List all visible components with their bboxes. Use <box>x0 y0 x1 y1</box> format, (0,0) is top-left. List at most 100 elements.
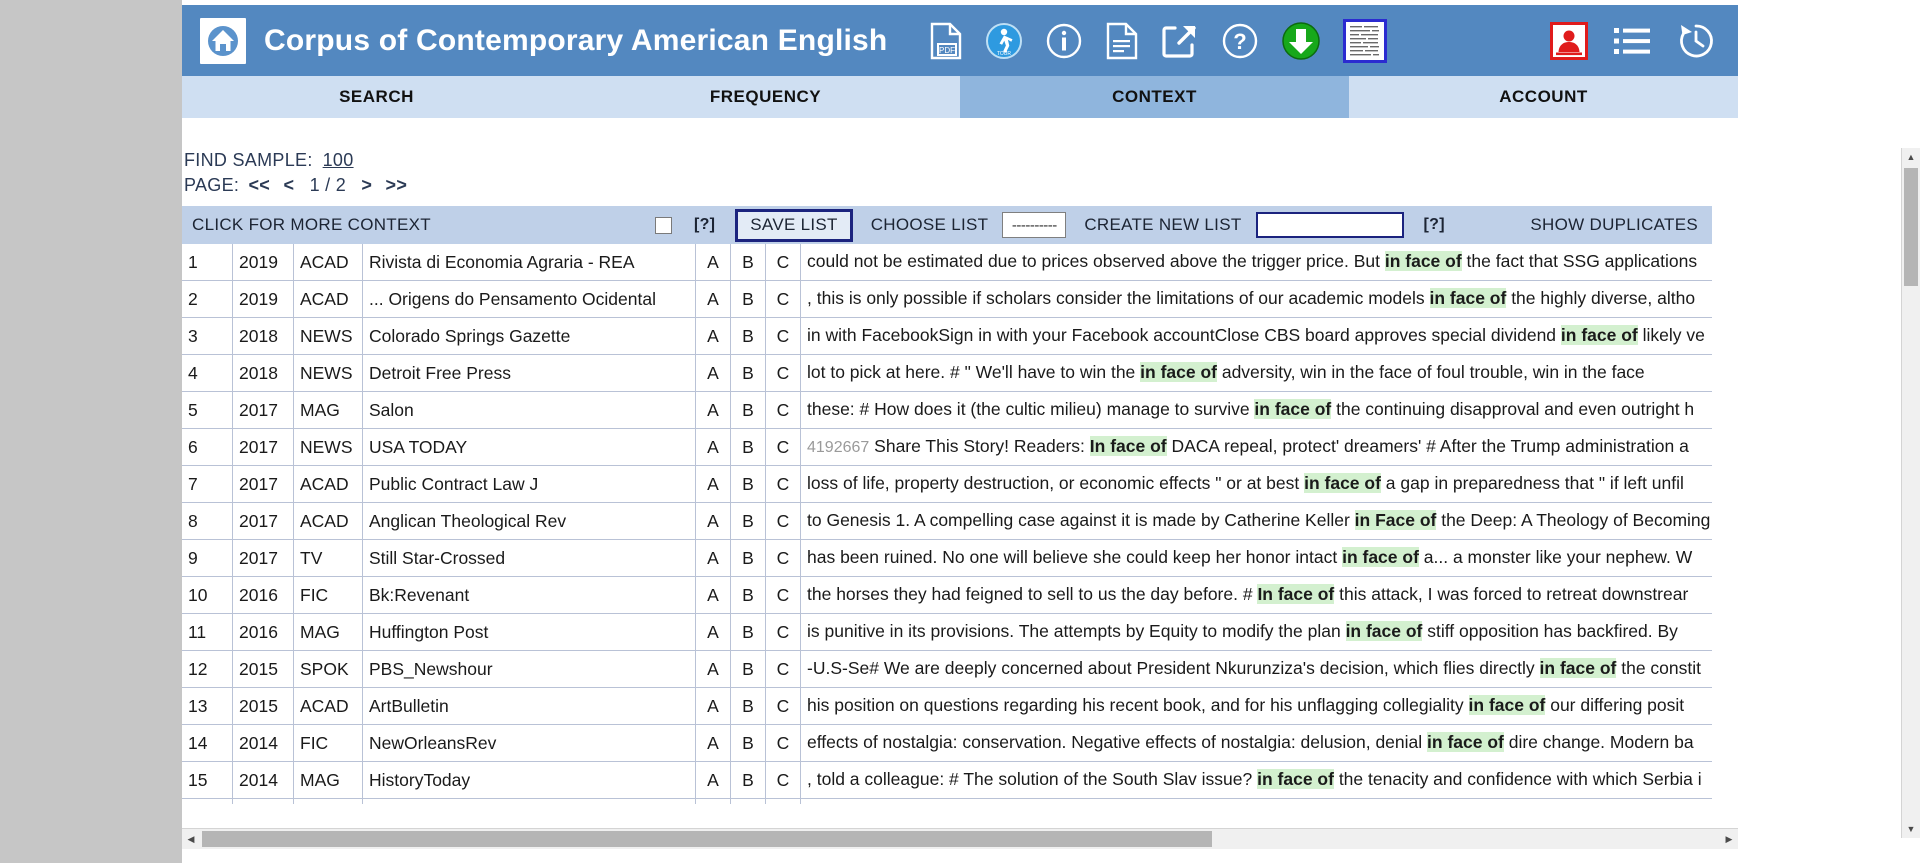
row-link-a[interactable]: A <box>695 576 731 614</box>
row-link-c[interactable]: C <box>765 502 801 540</box>
row-concordance[interactable]: , told a colleague: # The solution of th… <box>800 761 1712 799</box>
tab-context[interactable]: CONTEXT <box>960 76 1349 118</box>
row-link-c[interactable]: C <box>765 724 801 762</box>
row-concordance[interactable]: his position on questions regarding his … <box>800 687 1712 725</box>
row-concordance[interactable]: the horses they had feigned to sell to u… <box>800 576 1712 614</box>
table-row[interactable]: 2 2019 ACAD ... Origens do Pensamento Oc… <box>182 280 1712 318</box>
table-row[interactable]: 3 2018 NEWS Colorado Springs Gazette A B… <box>182 317 1712 355</box>
row-link-c[interactable]: C <box>765 317 801 355</box>
table-row[interactable]: 9 2017 TV Still Star-Crossed A B C has b… <box>182 539 1712 577</box>
row-link-c[interactable]: C <box>765 761 801 799</box>
table-row[interactable]: 7 2017 ACAD Public Contract Law J A B C … <box>182 465 1712 503</box>
more-context-checkbox[interactable] <box>654 216 672 234</box>
table-row[interactable]: 6 2017 NEWS USA TODAY A B C 4192667 Shar… <box>182 428 1712 466</box>
last-page-button[interactable]: >> <box>386 175 408 195</box>
row-link-b[interactable]: B <box>730 724 766 762</box>
pdf-icon[interactable]: PDF <box>929 22 963 60</box>
row-link-b[interactable]: B <box>730 613 766 651</box>
create-new-list-input[interactable] <box>1255 212 1404 238</box>
scroll-up-arrow[interactable]: ▲ <box>1902 148 1920 166</box>
row-link-b[interactable]: B <box>730 502 766 540</box>
row-link-a[interactable]: A <box>695 539 731 577</box>
table-row[interactable]: 13 2015 ACAD ArtBulletin A B C his posit… <box>182 687 1712 725</box>
row-concordance[interactable]: has been ruined. No one will believe she… <box>800 539 1712 577</box>
row-link-a[interactable]: A <box>695 244 731 281</box>
table-row[interactable]: 12 2015 SPOK PBS_Newshour A B C -U.S-Se#… <box>182 650 1712 688</box>
tab-search[interactable]: SEARCH <box>182 76 571 118</box>
row-concordance[interactable]: effects of nostalgia: conservation. Nega… <box>800 724 1712 762</box>
table-row[interactable]: 1 2019 ACAD Rivista di Economia Agraria … <box>182 244 1712 281</box>
row-link-a[interactable]: A <box>695 280 731 318</box>
history-icon[interactable] <box>1676 21 1716 61</box>
row-link-c[interactable]: C <box>765 465 801 503</box>
save-list-button[interactable]: SAVE LIST <box>735 208 853 242</box>
list-icon[interactable] <box>1614 26 1650 56</box>
help-context-icon[interactable]: [?] <box>694 216 715 234</box>
scroll-left-arrow[interactable]: ◀ <box>182 829 200 849</box>
row-link-b[interactable]: B <box>730 280 766 318</box>
row-link-b[interactable]: B <box>730 539 766 577</box>
row-concordance[interactable]: lot to pick at here. # " We'll have to w… <box>800 354 1712 392</box>
row-link-b[interactable]: B <box>730 465 766 503</box>
help-icon[interactable]: ? <box>1221 22 1259 60</box>
row-link-a[interactable]: A <box>695 650 731 688</box>
help-create-list-icon[interactable]: [?] <box>1424 216 1445 234</box>
row-link-b[interactable]: B <box>730 354 766 392</box>
home-icon[interactable] <box>200 17 246 64</box>
row-link-b[interactable]: B <box>730 391 766 429</box>
vertical-scroll-thumb[interactable] <box>1904 168 1918 286</box>
row-link-a[interactable]: A <box>695 724 731 762</box>
row-concordance[interactable]: is punitive in its provisions. The attem… <box>800 613 1712 651</box>
row-link-b[interactable]: B <box>730 687 766 725</box>
row-concordance[interactable]: loss of life, property destruction, or e… <box>800 465 1712 503</box>
row-link-a[interactable] <box>695 798 731 804</box>
row-concordance[interactable]: to Genesis 1. A compelling case against … <box>800 502 1712 540</box>
row-concordance[interactable]: these: # How does it (the cultic milieu)… <box>800 391 1712 429</box>
row-link-c[interactable]: C <box>765 539 801 577</box>
choose-list-select[interactable]: ---------- <box>1002 212 1067 238</box>
row-link-b[interactable] <box>730 798 766 804</box>
row-concordance[interactable]: could not be estimated due to prices obs… <box>800 244 1712 281</box>
row-link-a[interactable]: A <box>695 354 731 392</box>
table-row[interactable]: 15 2014 MAG HistoryToday A B C , told a … <box>182 761 1712 799</box>
table-row[interactable]: 4 2018 NEWS Detroit Free Press A B C lot… <box>182 354 1712 392</box>
row-link-b[interactable]: B <box>730 244 766 281</box>
row-concordance[interactable]: , this is only possible if scholars cons… <box>800 280 1712 318</box>
info-icon[interactable] <box>1045 22 1083 60</box>
vertical-scrollbar[interactable]: ▲ ▼ <box>1901 148 1920 838</box>
row-link-a[interactable]: A <box>695 687 731 725</box>
row-concordance[interactable]: 4192667 Share This Story! Readers: In fa… <box>800 428 1712 466</box>
tab-frequency[interactable]: FREQUENCY <box>571 76 960 118</box>
row-link-c[interactable]: C <box>765 391 801 429</box>
table-row[interactable]: 11 2016 MAG Huffington Post A B C is pun… <box>182 613 1712 651</box>
row-link-b[interactable]: B <box>730 650 766 688</box>
row-link-b[interactable]: B <box>730 428 766 466</box>
row-link-c[interactable]: C <box>765 687 801 725</box>
download-icon[interactable] <box>1281 21 1321 61</box>
show-duplicates-button[interactable]: SHOW DUPLICATES <box>1530 215 1698 235</box>
user-account-icon[interactable] <box>1550 21 1588 60</box>
find-sample-value[interactable]: 100 <box>323 150 354 170</box>
row-link-a[interactable]: A <box>695 465 731 503</box>
next-page-button[interactable]: > <box>361 175 372 195</box>
horizontal-scroll-thumb[interactable] <box>202 831 1212 847</box>
table-row[interactable]: 8 2017 ACAD Anglican Theological Rev A B… <box>182 502 1712 540</box>
row-link-b[interactable]: B <box>730 576 766 614</box>
row-concordance[interactable]: -U.S-Se# We are deeply concerned about P… <box>800 650 1712 688</box>
row-link-a[interactable]: A <box>695 428 731 466</box>
row-link-a[interactable]: A <box>695 502 731 540</box>
text-sample-icon[interactable] <box>1343 18 1388 63</box>
row-link-c[interactable]: C <box>765 354 801 392</box>
table-row[interactable]: 14 2014 FIC NewOrleansRev A B C effects … <box>182 724 1712 762</box>
row-link-c[interactable]: C <box>765 650 801 688</box>
horizontal-scrollbar[interactable]: ◀ ▶ <box>182 828 1738 849</box>
row-link-c[interactable]: C <box>765 613 801 651</box>
row-link-c[interactable] <box>765 798 801 804</box>
row-concordance[interactable]: in with FacebookSign in with your Facebo… <box>800 317 1712 355</box>
table-row[interactable]: 10 2016 FIC Bk:Revenant A B C the horses… <box>182 576 1712 614</box>
row-link-c[interactable]: C <box>765 576 801 614</box>
row-link-b[interactable]: B <box>730 317 766 355</box>
row-link-c[interactable]: C <box>765 244 801 281</box>
click-for-more-context-label[interactable]: CLICK FOR MORE CONTEXT <box>192 215 431 235</box>
tour-icon[interactable]: TOUR <box>985 22 1023 60</box>
